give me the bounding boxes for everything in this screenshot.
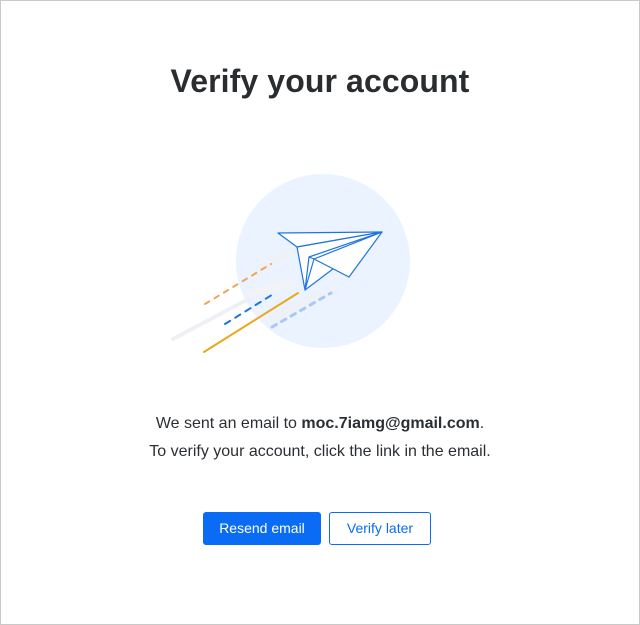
sent-email-suffix: .	[479, 415, 485, 432]
verify-later-button[interactable]: Verify later	[329, 512, 431, 545]
sent-email-prefix: We sent an email to	[155, 415, 302, 432]
email-address: moc.7iamg@gmail.com	[301, 415, 480, 432]
verify-instruction: To verify your account, click the link i…	[149, 443, 491, 460]
verify-account-page: Verify your account We sent an email to …	[0, 0, 640, 625]
resend-email-button[interactable]: Resend email	[203, 512, 321, 545]
sent-email-message: We sent an email to moc.7iamg@gmail.com.	[1, 415, 639, 433]
